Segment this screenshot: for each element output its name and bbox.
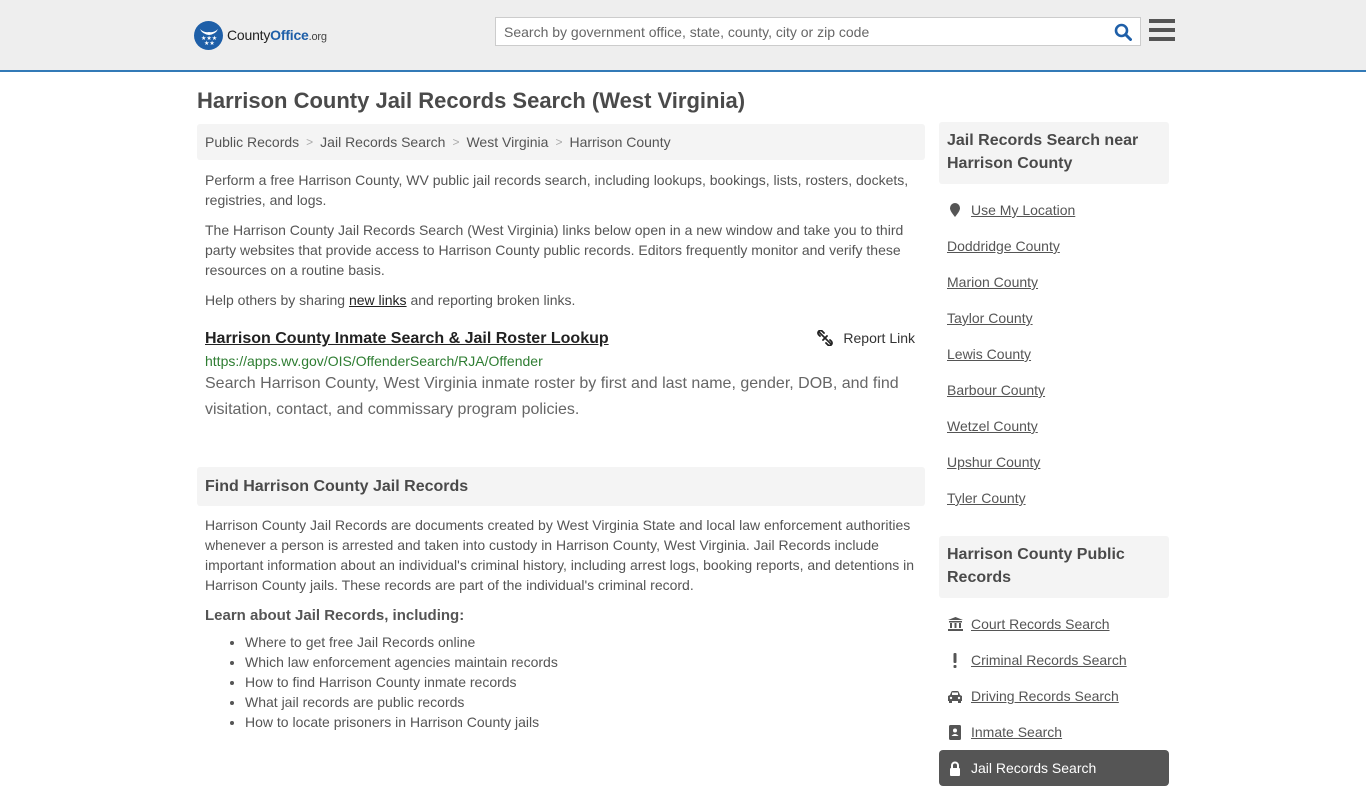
sidebar-item-upshur: Upshur County — [947, 444, 1169, 480]
sidebar-item-marion: Marion County — [947, 264, 1169, 300]
list-item: How to locate prisoners in Harrison Coun… — [245, 712, 925, 732]
nearby-list: Use My Location Doddridge County Marion … — [939, 192, 1169, 516]
breadcrumb-jail-records-search[interactable]: Jail Records Search — [320, 134, 445, 150]
main-content: Public Records > Jail Records Search > W… — [197, 124, 925, 732]
hamburger-menu-button[interactable] — [1149, 19, 1175, 43]
sidebar-item-barbour: Barbour County — [947, 372, 1169, 408]
breadcrumb-separator: > — [452, 135, 460, 149]
jail-records-active-label: Jail Records Search — [971, 760, 1097, 776]
inmate-search-link[interactable]: Inmate Search — [971, 724, 1062, 740]
breadcrumb: Public Records > Jail Records Search > W… — [197, 124, 925, 160]
report-link-button[interactable]: Report Link — [817, 330, 915, 346]
exclamation-icon — [947, 652, 963, 668]
driving-records-link[interactable]: Driving Records Search — [971, 688, 1119, 704]
map-pin-icon — [947, 202, 963, 218]
breadcrumb-separator: > — [306, 135, 314, 149]
breadcrumb-west-virginia[interactable]: West Virginia — [466, 134, 548, 150]
menu-bar — [1149, 28, 1175, 32]
resource-link-card: Harrison County Inmate Search & Jail Ros… — [197, 330, 925, 423]
learn-about-list: Where to get free Jail Records online Wh… — [197, 632, 925, 732]
criminal-records-link[interactable]: Criminal Records Search — [971, 652, 1127, 668]
broken-link-icon — [817, 330, 834, 346]
county-link[interactable]: Marion County — [947, 274, 1038, 290]
list-item: How to find Harrison County inmate recor… — [245, 672, 925, 692]
learn-about-heading: Learn about Jail Records, including: — [205, 607, 465, 624]
top-header: ★★★ ★★ CountyOffice.org — [0, 0, 1366, 72]
report-link-label: Report Link — [843, 330, 915, 346]
county-link[interactable]: Barbour County — [947, 382, 1045, 398]
page-title: Harrison County Jail Records Search (Wes… — [197, 88, 746, 113]
county-link[interactable]: Taylor County — [947, 310, 1033, 326]
resource-link-description: Search Harrison County, West Virginia in… — [205, 375, 899, 418]
car-icon — [947, 690, 963, 703]
disclaimer-paragraph: The Harrison County Jail Records Search … — [205, 222, 904, 278]
breadcrumb-harrison-county[interactable]: Harrison County — [569, 134, 670, 150]
sidebar-item-inmate-search: Inmate Search — [947, 714, 1169, 750]
search-bar — [495, 17, 1141, 46]
sidebar-item-taylor: Taylor County — [947, 300, 1169, 336]
list-item: Where to get free Jail Records online — [245, 632, 925, 652]
sidebar-item-tyler: Tyler County — [947, 480, 1169, 516]
court-records-link[interactable]: Court Records Search — [971, 616, 1110, 632]
nearby-heading: Jail Records Search near Harrison County — [939, 122, 1169, 184]
county-link[interactable]: Doddridge County — [947, 238, 1060, 254]
share-text-end: and reporting broken links. — [406, 292, 576, 308]
find-records-heading: Find Harrison County Jail Records — [197, 467, 925, 506]
county-link[interactable]: Lewis County — [947, 346, 1031, 362]
sidebar-item-driving-records: Driving Records Search — [947, 678, 1169, 714]
intro-paragraph: Perform a free Harrison County, WV publi… — [205, 172, 909, 208]
search-button[interactable] — [1106, 18, 1140, 45]
courthouse-icon — [947, 617, 963, 631]
hamburger-menu-icon — [1149, 19, 1175, 23]
sidebar-item-jail-records-active[interactable]: Jail Records Search — [939, 750, 1169, 786]
lock-icon — [947, 761, 963, 776]
county-link[interactable]: Tyler County — [947, 490, 1026, 506]
sidebar: Jail Records Search near Harrison County… — [939, 122, 1169, 786]
sidebar-item-lewis: Lewis County — [947, 336, 1169, 372]
search-input[interactable] — [496, 18, 1106, 45]
eagle-logo-icon: ★★★ ★★ — [194, 20, 223, 50]
sidebar-item-court-records: Court Records Search — [947, 606, 1169, 642]
svg-text:★★: ★★ — [204, 40, 215, 46]
county-link[interactable]: Wetzel County — [947, 418, 1038, 434]
find-records-body: Harrison County Jail Records are documen… — [205, 517, 915, 593]
list-item: Which law enforcement agencies maintain … — [245, 652, 925, 672]
resource-link-title[interactable]: Harrison County Inmate Search & Jail Ros… — [205, 330, 609, 348]
public-records-list: Court Records Search Criminal Records Se… — [939, 606, 1169, 750]
resource-link-url: https://apps.wv.gov/OIS/OffenderSearch/R… — [205, 353, 543, 369]
county-link[interactable]: Upshur County — [947, 454, 1040, 470]
breadcrumb-separator: > — [555, 135, 563, 149]
public-records-heading: Harrison County Public Records — [939, 536, 1169, 598]
list-item: What jail records are public records — [245, 692, 925, 712]
sidebar-item-criminal-records: Criminal Records Search — [947, 642, 1169, 678]
logo-text: CountyOffice.org — [227, 27, 327, 43]
public-records-block: Harrison County Public Records Court Rec… — [939, 536, 1169, 786]
menu-bar — [1149, 37, 1175, 41]
search-icon — [1114, 23, 1132, 41]
sidebar-item-doddridge: Doddridge County — [947, 228, 1169, 264]
breadcrumb-public-records[interactable]: Public Records — [205, 134, 299, 150]
sidebar-item-wetzel: Wetzel County — [947, 408, 1169, 444]
share-paragraph: Help others by sharing new links and rep… — [197, 290, 925, 310]
share-text: Help others by sharing — [205, 292, 349, 308]
use-my-location-item: Use My Location — [947, 192, 1169, 228]
use-my-location-link[interactable]: Use My Location — [971, 202, 1075, 218]
id-badge-icon — [947, 724, 963, 740]
new-links-link[interactable]: new links — [349, 292, 407, 308]
site-logo[interactable]: ★★★ ★★ CountyOffice.org — [194, 20, 327, 50]
